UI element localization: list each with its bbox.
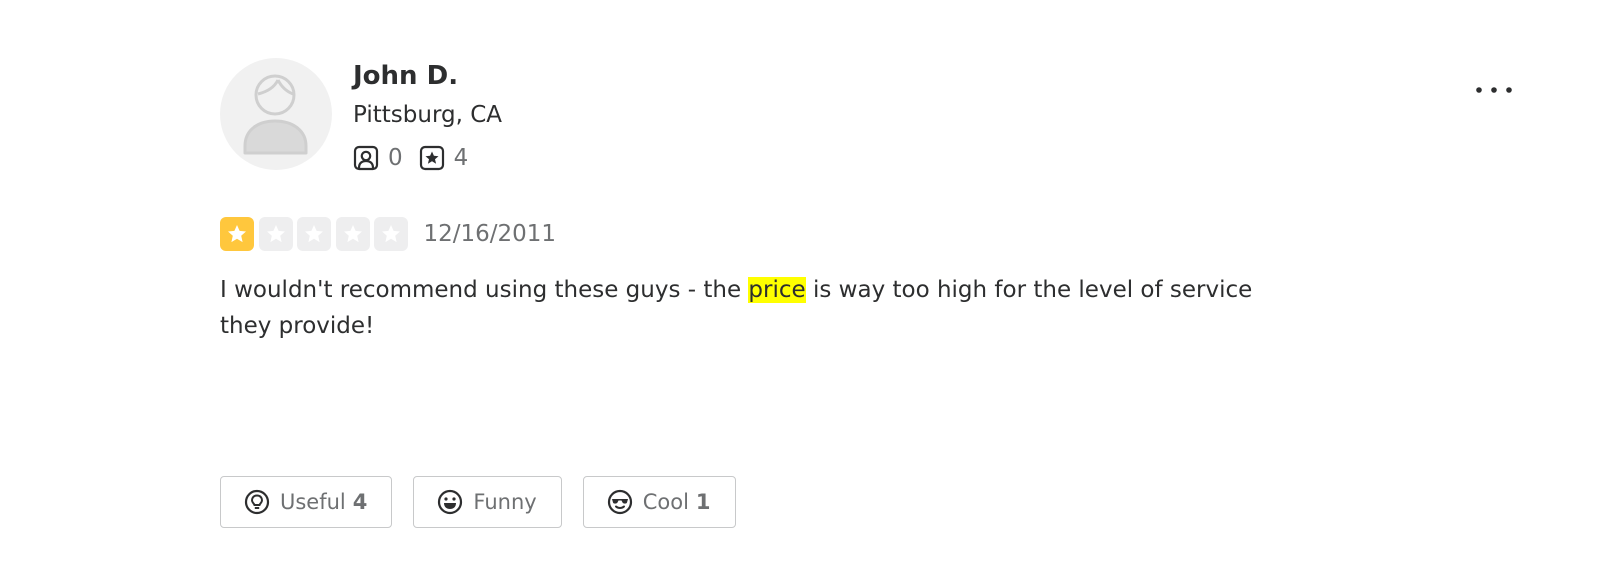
review-date: 12/16/2011 bbox=[423, 221, 557, 247]
rating-row: 12/16/2011 bbox=[220, 216, 556, 252]
star-rating bbox=[220, 217, 413, 251]
funny-button[interactable]: Funny bbox=[413, 476, 562, 528]
review-card: John D. Pittsburg, CA 0 4 12/16/2011 I w… bbox=[0, 0, 1600, 585]
friends-count: 0 bbox=[388, 145, 403, 171]
review-text-start: I wouldn't recommend using these guys - … bbox=[220, 277, 749, 303]
smile-icon bbox=[438, 489, 463, 515]
cool-label: Cool bbox=[642, 490, 689, 514]
friends-icon bbox=[353, 145, 379, 171]
user-location: Pittsburg, CA bbox=[353, 102, 503, 128]
lightbulb-icon bbox=[244, 489, 270, 515]
funny-label: Funny bbox=[473, 490, 537, 514]
sunglasses-icon bbox=[607, 489, 632, 515]
cool-button[interactable]: Cool 1 bbox=[582, 476, 736, 528]
star-empty bbox=[258, 217, 293, 251]
user-name[interactable]: John D. bbox=[353, 60, 458, 92]
more-horizontal-icon bbox=[1476, 87, 1512, 93]
default-user-icon bbox=[243, 74, 308, 155]
useful-button[interactable]: Useful 4 bbox=[220, 476, 393, 528]
star-icon bbox=[305, 225, 323, 243]
highlighted-keyword: price bbox=[748, 277, 806, 303]
star-icon bbox=[382, 225, 400, 243]
review-star-icon bbox=[419, 145, 444, 171]
star-empty bbox=[374, 217, 408, 251]
reaction-buttons: Useful 4 Funny Cool 1 bbox=[220, 476, 757, 528]
friends-stat: 0 bbox=[353, 145, 403, 171]
reviews-stat: 4 bbox=[419, 145, 469, 171]
star-icon bbox=[343, 225, 362, 243]
reviews-count: 4 bbox=[453, 145, 469, 171]
cool-count: 1 bbox=[695, 490, 711, 514]
useful-count: 4 bbox=[352, 490, 368, 514]
more-options-button[interactable] bbox=[1470, 72, 1518, 108]
review-text: I wouldn't recommend using these guys - … bbox=[220, 272, 1310, 344]
star-filled bbox=[220, 217, 254, 251]
star-icon bbox=[266, 225, 285, 243]
avatar[interactable] bbox=[220, 58, 332, 170]
star-empty bbox=[335, 217, 370, 251]
star-icon bbox=[228, 225, 246, 243]
useful-label: Useful bbox=[280, 490, 346, 514]
user-stats: 0 4 bbox=[353, 142, 484, 174]
star-empty bbox=[297, 217, 331, 251]
